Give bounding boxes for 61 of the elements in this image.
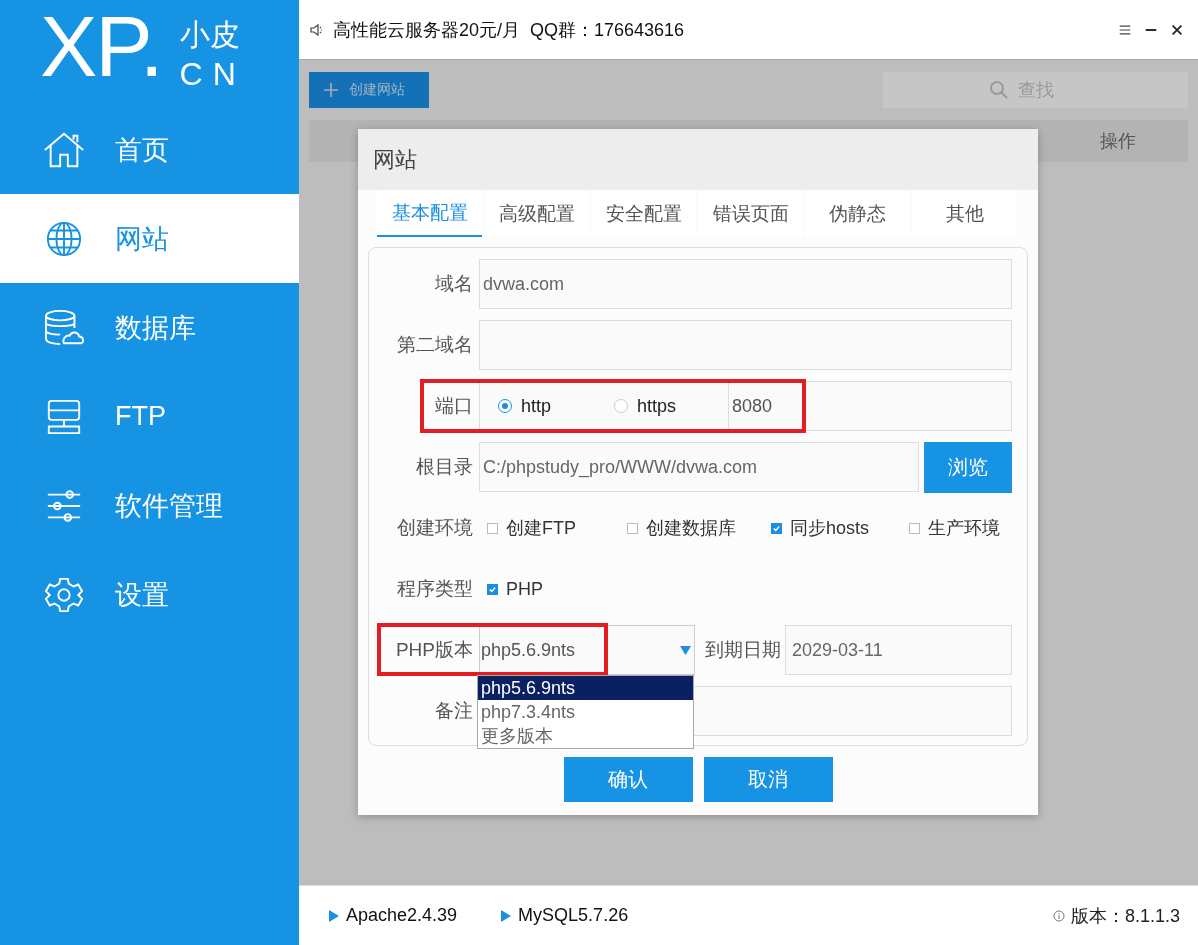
- port-input[interactable]: 8080: [728, 382, 773, 430]
- dropdown-option[interactable]: php5.6.9nts: [478, 676, 693, 700]
- play-icon[interactable]: [329, 909, 339, 922]
- radio-button[interactable]: [614, 399, 628, 413]
- service-label: Apache2.4.39: [346, 905, 458, 926]
- browse-button[interactable]: 浏览: [924, 441, 1012, 493]
- sidebar-item[interactable]: 软件管理: [0, 461, 299, 550]
- close-icon[interactable]: [1170, 22, 1184, 37]
- field-label: 第二域名: [396, 333, 474, 357]
- logo-subtitle: 小皮: [179, 18, 241, 52]
- caret-icon: [680, 644, 691, 656]
- expiry-date-field[interactable]: 2029-03-11: [785, 625, 1012, 675]
- sidebar-item[interactable]: 首页: [0, 105, 299, 194]
- plus-icon: [323, 82, 339, 98]
- radio-label: http: [521, 395, 552, 417]
- info-icon: [1052, 909, 1065, 922]
- field-label: 程序类型: [396, 577, 474, 601]
- database-icon: [43, 308, 85, 347]
- field-label: 备注: [434, 699, 474, 723]
- second-domain-field[interactable]: [479, 320, 1012, 370]
- dialog-title: 网站: [373, 145, 417, 174]
- field-label: PHP版本: [394, 638, 474, 662]
- sidebar-item[interactable]: 数据库: [0, 283, 299, 372]
- sidebar-item[interactable]: 网站: [0, 194, 299, 283]
- checkbox[interactable]: [771, 522, 782, 534]
- logo-domain: CN: [179, 55, 246, 94]
- dropdown-option[interactable]: php7.3.4nts: [478, 700, 693, 724]
- confirm-button[interactable]: 确认: [563, 757, 693, 802]
- window-title: 高性能云服务器20元/月 QQ群：176643616: [333, 18, 685, 42]
- version-label: 版本：8.1.1.3: [1070, 904, 1180, 928]
- field-label: 到期日期: [705, 638, 781, 662]
- checkbox-label: 创建数据库: [646, 517, 736, 540]
- checkbox-label: 同步hosts: [790, 517, 870, 540]
- radio-label: https: [637, 395, 677, 417]
- speaker-icon: [309, 21, 325, 38]
- checkbox-label: 创建FTP: [506, 517, 576, 540]
- dropdown-option[interactable]: 更多版本: [478, 724, 693, 748]
- domain-field[interactable]: dvwa.com: [479, 259, 1012, 309]
- column-header: 操作: [1100, 130, 1136, 153]
- sidebar-item[interactable]: FTP: [0, 372, 299, 461]
- root-directory-field[interactable]: C:/phpstudy_pro/WWW/dvwa.com: [479, 442, 919, 492]
- php-version-select[interactable]: php5.6.9nts: [479, 625, 695, 675]
- field-label: 创建环境: [396, 516, 474, 540]
- radio-button[interactable]: [498, 399, 512, 413]
- checkbox[interactable]: [487, 583, 498, 595]
- logo-text: XP.: [40, 0, 162, 92]
- menu-icon[interactable]: [1118, 22, 1132, 37]
- checkbox[interactable]: [487, 522, 498, 534]
- checkbox[interactable]: [627, 522, 638, 534]
- play-icon[interactable]: [501, 909, 512, 922]
- field-label: 根目录: [415, 455, 474, 479]
- checkbox-label: 生产环境: [928, 517, 1000, 540]
- checkbox-label: PHP: [506, 578, 543, 600]
- home-icon: [43, 130, 85, 169]
- cancel-button[interactable]: 取消: [703, 757, 833, 802]
- checkbox[interactable]: [909, 522, 920, 534]
- service-label: MySQL5.7.26: [518, 905, 629, 926]
- field-label: 端口: [434, 394, 474, 418]
- settings-icon: [43, 575, 85, 614]
- field-label: 域名: [434, 272, 474, 296]
- sidebar-item[interactable]: 设置: [0, 550, 299, 639]
